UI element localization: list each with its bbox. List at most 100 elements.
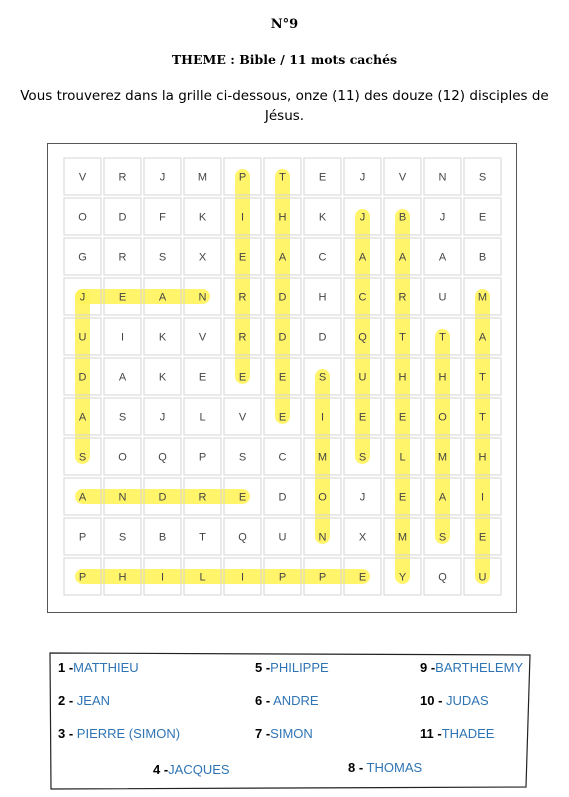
grid-letter: G [78,252,87,264]
grid-letter: S [119,412,126,424]
grid-letter: Q [238,532,247,544]
grid-letter: C [279,452,287,464]
grid-letter: T [279,172,286,184]
answer-number: 5 - [255,660,271,675]
grid-letter: T [399,332,406,344]
answer-number: 7 - [255,726,271,741]
grid-letter: V [399,172,407,184]
grid-letter: E [239,372,246,384]
grid-letter: O [318,492,327,504]
grid-letter: A [119,372,127,384]
answer-word: BARTHELEMY [435,660,524,675]
grid-letter: R [199,492,207,504]
grid-letter: J [160,412,166,424]
grid-letter: I [121,332,124,344]
grid-letter: J [360,212,366,224]
answer-10: 10 - JUDAS [420,693,489,708]
grid-letter: U [479,572,487,584]
answer-11: 11 -THADEE [420,726,494,741]
grid-letter: J [440,212,446,224]
grid-letter: P [239,172,246,184]
grid-letter: O [118,452,127,464]
grid-letter: E [319,172,326,184]
grid-letter: E [399,412,406,424]
answer-4: 4 -JACQUES [153,762,230,777]
grid-letter: A [439,492,447,504]
grid-letter: E [279,372,286,384]
answer-number: 10 - [420,693,443,708]
grid-letter: N [199,292,207,304]
answer-word: JEAN [73,693,111,708]
grid-letter: P [199,452,206,464]
grid-letter: Q [358,332,367,344]
answer-number: 11 - [420,726,442,741]
grid-letter: D [119,212,127,224]
grid-letter: R [119,252,127,264]
grid-letter: L [199,572,205,584]
grid-letter: A [79,492,87,504]
word-search-grid: V R J M P T E J V N S O D F K I H K J B J E G R S X E A C A A A B J E A N R D H… [47,143,517,613]
grid-letter: M [318,452,327,464]
grid-letter: A [159,292,167,304]
grid-letter: S [79,452,86,464]
grid-letter: H [279,212,287,224]
grid-letter: D [159,492,167,504]
answer-number: 6 - [255,693,271,708]
grid-letter: D [279,292,287,304]
grid-letter: H [399,372,407,384]
answer-number: 1 - [58,660,74,675]
answer-word: PIERRE (SIMON) [73,726,181,741]
grid-letter: O [438,412,447,424]
grid-letter: M [398,532,407,544]
grid-canvas: V R J M P T E J V N S O D F K I H K J B J E G R S X E A C A A A B J E A N R D H… [63,157,502,596]
grid-letter: K [319,212,327,224]
grid-letter: S [359,452,366,464]
grid-letter: T [439,332,446,344]
grid-letter: H [119,572,127,584]
answer-number: 2 - [58,693,74,708]
grid-letter: V [239,412,247,424]
grid-letter: D [279,492,287,504]
grid-letter: N [439,172,447,184]
answer-word: THOMAS [363,760,423,775]
grid-letter: C [359,292,367,304]
grid-letter: P [319,572,326,584]
grid-letter: E [359,412,366,424]
grid-letter: U [279,532,287,544]
grid-letter: C [319,252,327,264]
grid-letter: E [239,492,246,504]
answer-number: 8 - [348,760,364,775]
grid-letter: K [159,372,167,384]
answer-word: ANDRE [270,693,319,708]
grid-letter: S [479,172,486,184]
grid-letter: P [279,572,286,584]
grid-letter: H [479,452,487,464]
answer-word: PHILIPPE [270,660,329,675]
answer-5: 5 -PHILIPPE [255,660,329,675]
answer-word: THADEE [441,726,495,741]
grid-letter: R [239,332,247,344]
grid-letter: J [360,492,366,504]
grid-letter: A [399,252,407,264]
grid-letter: T [479,412,486,424]
grid-letter: J [80,292,86,304]
grid-letter: A [479,332,487,344]
answer-word: JACQUES [168,762,230,777]
grid-letter: N [319,532,327,544]
grid-letter: U [79,332,87,344]
grid-letter: B [479,252,486,264]
answer-3: 3 - PIERRE (SIMON) [58,726,180,741]
grid-letter: A [79,412,87,424]
grid-letter: B [159,532,166,544]
grid-letter: H [439,372,447,384]
grid-letter: Q [158,452,167,464]
answer-word: MATTHIEU [73,660,139,675]
grid-letter: U [439,292,447,304]
answer-6: 6 - ANDRE [255,693,319,708]
grid-letter: F [159,212,166,224]
grid-letter: M [438,452,447,464]
answer-number: 3 - [58,726,74,741]
answer-9: 9 -BARTHELEMY [420,660,523,675]
grid-letter: R [119,172,127,184]
grid-letter: D [279,332,287,344]
